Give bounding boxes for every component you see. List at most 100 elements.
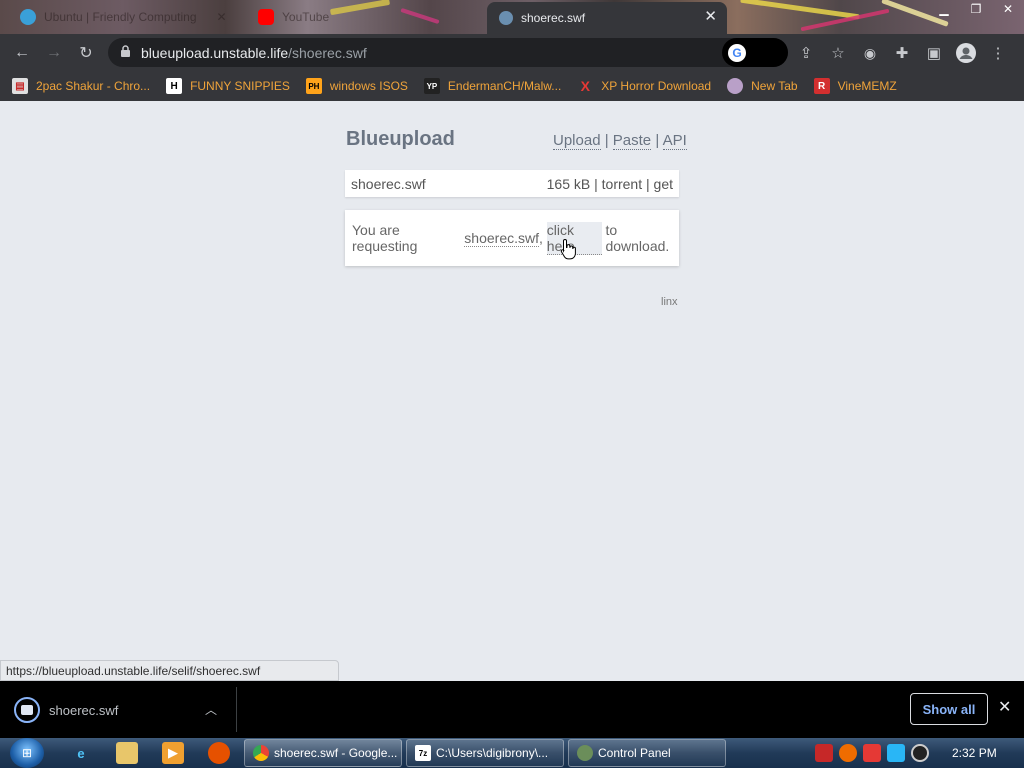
windows-taskbar: ⊞ e ▶ shoerec.swf - Google... 7z C:\User… xyxy=(0,738,1024,768)
bookmark-label: windows ISOS xyxy=(329,79,408,93)
url-host: blueupload.unstable.life xyxy=(141,44,289,61)
nav-separator: | xyxy=(604,132,609,149)
tab-strip: Ubuntu | Friendly Computing ✕ YouTube sh… xyxy=(0,0,1024,34)
seven-zip-icon: 7z xyxy=(415,745,431,761)
taskbar-clock[interactable]: 2:32 PM xyxy=(952,746,997,760)
tab-label: YouTube xyxy=(282,10,330,24)
file-explorer-icon[interactable] xyxy=(116,742,138,764)
tray-flag-icon[interactable] xyxy=(815,744,833,762)
file-size: 165 kB xyxy=(546,175,591,192)
bookmark-label: 2pac Shakur - Chro... xyxy=(36,79,151,93)
menu-kebab-icon[interactable]: ⋮ xyxy=(982,37,1014,69)
link-status-bubble: https://blueupload.unstable.life/selif/s… xyxy=(0,660,339,681)
youtube-favicon-icon xyxy=(258,9,274,25)
download-file-icon xyxy=(14,697,40,723)
browser-toolbar: ← → ↻ blueupload.unstable.life/shoerec.s… xyxy=(0,34,1024,71)
back-arrow-icon[interactable]: ← xyxy=(6,37,38,69)
side-panel-icon[interactable]: ▣ xyxy=(918,37,950,69)
start-button-icon[interactable]: ⊞ xyxy=(10,738,44,768)
get-link[interactable]: get xyxy=(654,176,673,192)
wallpaper-splash xyxy=(740,0,860,20)
ph-icon: PH xyxy=(305,78,322,94)
system-tray xyxy=(815,744,935,762)
download-item[interactable]: shoerec.swf xyxy=(14,697,118,723)
page-content: Blueupload Upload | Paste | API shoerec.… xyxy=(0,101,1024,681)
bookmark-label: EndermanCH/Malw... xyxy=(447,79,562,93)
taskbar-window-label: shoerec.swf - Google... xyxy=(274,746,398,760)
h-icon: H xyxy=(166,78,183,94)
window-controls: ▁ ❐ ✕ xyxy=(928,0,1024,18)
bookmark-label: FUNNY SNIPPIES xyxy=(190,79,290,93)
paste-link[interactable]: Paste xyxy=(612,132,652,150)
torrent-link[interactable]: torrent xyxy=(602,176,642,192)
linx-footer-link[interactable]: linx xyxy=(661,296,678,308)
nav-separator: | xyxy=(655,132,660,149)
avatar-icon xyxy=(727,78,744,94)
tab-shoerec-active[interactable]: shoerec.swf ✕ xyxy=(487,2,727,34)
bookmark-xp-horror[interactable]: X XP Horror Download xyxy=(577,78,712,94)
share-icon[interactable]: ⇪ xyxy=(790,37,822,69)
extension-doge-icon[interactable]: ◉ xyxy=(854,37,886,69)
google-lens-chip[interactable]: G xyxy=(722,38,788,67)
download-filename: shoerec.swf xyxy=(49,702,119,718)
taskbar-window-label: C:\Users\digibrony\... xyxy=(436,746,549,760)
address-bar[interactable]: blueupload.unstable.life/shoerec.swf G xyxy=(108,38,788,67)
taskbar-window-label: Control Panel xyxy=(598,746,671,760)
taskbar-window-chrome[interactable]: shoerec.swf - Google... xyxy=(244,739,402,767)
taskbar-window-control-panel[interactable]: Control Panel xyxy=(568,739,726,767)
tab-youtube[interactable]: YouTube xyxy=(258,0,458,34)
bookmark-new-tab[interactable]: New Tab xyxy=(727,78,798,94)
taskbar-window-7zip[interactable]: 7z C:\Users\digibrony\... xyxy=(406,739,564,767)
minimize-icon[interactable]: ▁ xyxy=(928,0,960,18)
show-all-button[interactable]: Show all xyxy=(910,693,988,725)
request-suffix: to download. xyxy=(605,222,670,254)
chevron-up-icon[interactable]: ︿ xyxy=(205,701,217,718)
site-brand[interactable]: Blueupload xyxy=(346,128,455,151)
site-nav: Upload | Paste | API xyxy=(553,132,687,150)
download-shelf: shoerec.swf ︿ Show all ✕ xyxy=(0,681,1024,738)
reload-icon[interactable]: ↻ xyxy=(70,37,102,69)
tab-ubuntu[interactable]: Ubuntu | Friendly Computing ✕ xyxy=(20,0,235,34)
extensions-puzzle-icon[interactable]: ✚ xyxy=(886,37,918,69)
bookmark-vinememz[interactable]: R VineMEMZ xyxy=(813,78,897,94)
internet-explorer-icon[interactable]: e xyxy=(70,742,92,764)
request-prefix: You are requesting xyxy=(352,222,418,254)
tray-search-icon[interactable] xyxy=(839,744,857,762)
control-panel-icon xyxy=(577,745,593,761)
bookmarks-bar: ▤ 2pac Shakur - Chro... H FUNNY SNIPPIES… xyxy=(0,71,1024,101)
meta-separator: | xyxy=(594,175,598,192)
tab-close-icon[interactable]: ✕ xyxy=(217,10,227,24)
bookmark-2pac[interactable]: ▤ 2pac Shakur - Chro... xyxy=(12,78,150,94)
api-link[interactable]: API xyxy=(662,132,687,150)
maximize-icon[interactable]: ❐ xyxy=(960,0,992,18)
media-player-icon[interactable]: ▶ xyxy=(162,742,184,764)
bookmark-funny-snippies[interactable]: H FUNNY SNIPPIES xyxy=(166,78,290,94)
bookmark-label: VineMEMZ xyxy=(837,79,897,93)
tab-label: Ubuntu | Friendly Computing xyxy=(44,10,197,24)
chrome-icon xyxy=(253,745,269,761)
download-request-box: You are requesting shoerec.swf, click he… xyxy=(345,210,679,266)
tray-action-center-icon[interactable] xyxy=(863,744,881,762)
meta-separator: | xyxy=(646,175,650,192)
url-path: /shoerec.swf xyxy=(288,44,367,61)
tab-close-icon[interactable]: ✕ xyxy=(704,8,717,26)
tray-volume-icon[interactable] xyxy=(911,744,929,762)
upload-link[interactable]: Upload xyxy=(553,132,601,150)
tray-network-icon[interactable] xyxy=(887,744,905,762)
yp-icon: YP xyxy=(423,78,440,94)
forward-arrow-icon[interactable]: → xyxy=(38,37,70,69)
file-meta: 165 kB | torrent | get xyxy=(547,176,673,192)
requested-file-link[interactable]: shoerec.swf xyxy=(464,230,539,247)
profile-avatar-icon[interactable] xyxy=(950,37,982,69)
hand-cursor-icon xyxy=(560,238,576,260)
bookmark-label: New Tab xyxy=(751,79,798,93)
lock-icon[interactable] xyxy=(120,44,131,61)
close-window-icon[interactable]: ✕ xyxy=(992,0,1024,18)
star-icon[interactable]: ☆ xyxy=(822,37,854,69)
bookmark-windows-isos[interactable]: PH windows ISOS xyxy=(305,78,408,94)
toolbar-actions: ⇪ ☆ ◉ ✚ ▣ ⋮ xyxy=(790,37,1014,69)
bookmark-endermanch[interactable]: YP EndermanCH/Malw... xyxy=(423,78,562,94)
page-favicon-icon xyxy=(499,11,513,25)
close-shelf-icon[interactable]: ✕ xyxy=(998,697,1011,717)
paint-app-icon[interactable] xyxy=(208,742,230,764)
